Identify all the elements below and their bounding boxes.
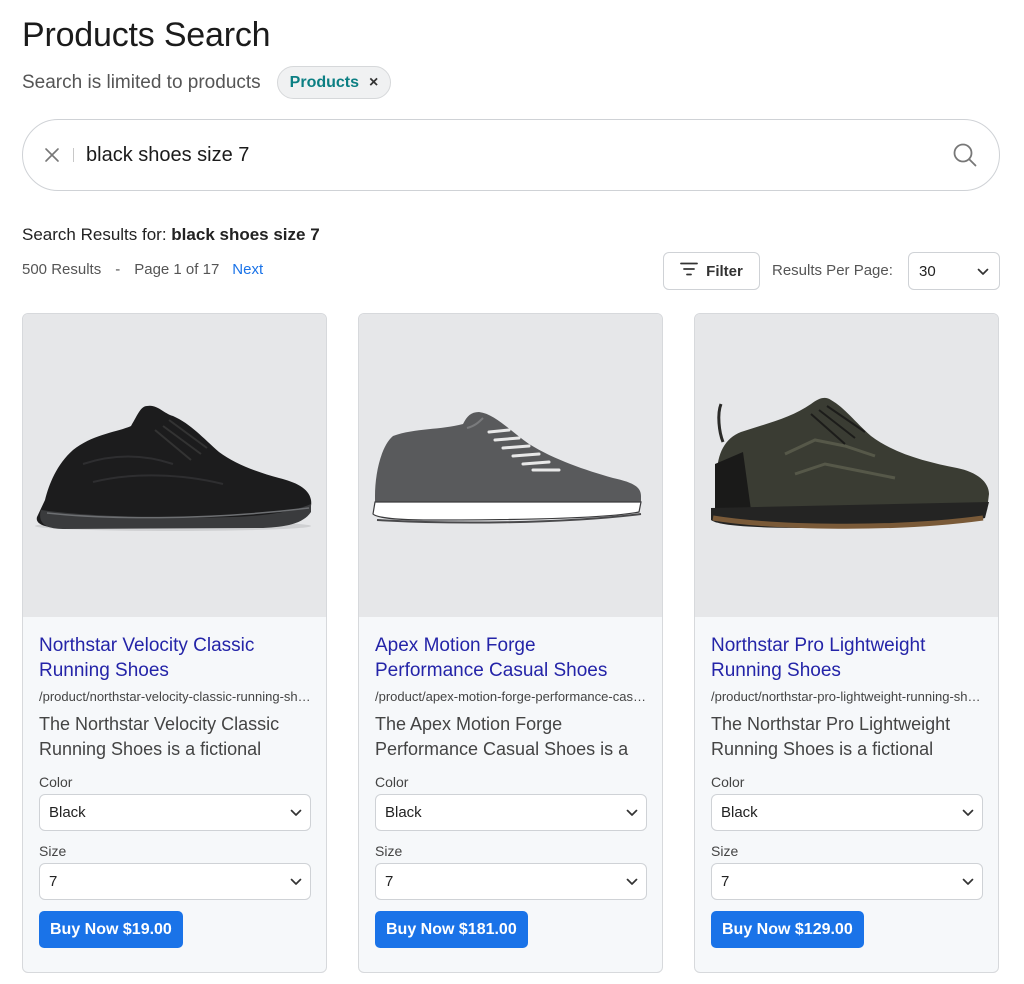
size-label: Size <box>711 843 739 859</box>
product-image[interactable] <box>23 314 326 617</box>
size-select[interactable]: 7 <box>375 863 647 900</box>
results-heading-query: black shoes size 7 <box>171 225 320 244</box>
product-card: Northstar Pro Lightweight Running Shoes … <box>694 313 999 973</box>
search-icon[interactable] <box>951 141 979 169</box>
filter-icon <box>680 262 699 280</box>
results-per-page-value: 30 <box>919 262 936 280</box>
size-label: Size <box>375 843 403 859</box>
scope-chip-close-icon[interactable]: × <box>369 74 378 91</box>
product-description: The Northstar Pro Lightweight Running Sh… <box>711 714 951 759</box>
product-url: /product/apex-motion-forge-performance-c… <box>375 689 649 704</box>
search-scope: Search is limited to products Products × <box>22 66 392 99</box>
results-meta: 500 Results - Page 1 of 17 Next <box>22 261 263 278</box>
color-select-value: Black <box>721 804 758 821</box>
chevron-down-icon <box>962 873 974 890</box>
chevron-down-icon <box>977 263 989 280</box>
product-title-link[interactable]: Northstar Velocity Classic Running Shoes <box>39 633 311 683</box>
buy-now-button[interactable]: Buy Now $181.00 <box>375 911 528 948</box>
color-select[interactable]: Black <box>375 794 647 831</box>
chevron-down-icon <box>290 804 302 821</box>
color-select-value: Black <box>49 804 86 821</box>
grey-casual-shoe-image <box>372 412 642 524</box>
product-url: /product/northstar-velocity-classic-runn… <box>39 689 313 704</box>
search-bar <box>22 119 1000 191</box>
color-label: Color <box>711 774 745 790</box>
chevron-down-icon <box>962 804 974 821</box>
product-url: /product/northstar-pro-lightweight-runni… <box>711 689 985 704</box>
product-image[interactable] <box>695 314 998 617</box>
color-select[interactable]: Black <box>711 794 983 831</box>
filter-button[interactable]: Filter <box>663 252 760 290</box>
black-running-shoe-image <box>35 405 312 531</box>
product-info: Northstar Velocity Classic Running Shoes… <box>39 633 313 948</box>
clear-search-icon[interactable] <box>41 144 63 166</box>
next-page-link[interactable]: Next <box>232 261 263 278</box>
search-divider <box>73 148 74 162</box>
size-select-value: 7 <box>385 873 394 890</box>
buy-now-button[interactable]: Buy Now $129.00 <box>711 911 864 948</box>
product-card: Northstar Velocity Classic Running Shoes… <box>22 313 327 973</box>
size-select[interactable]: 7 <box>711 863 983 900</box>
scope-text: Search is limited to products <box>22 71 261 93</box>
product-description: The Northstar Velocity Classic Running S… <box>39 714 280 759</box>
color-label: Color <box>375 774 409 790</box>
scope-chip: Products × <box>276 66 392 99</box>
search-input[interactable] <box>86 143 951 167</box>
product-title-link[interactable]: Apex Motion Forge Performance Casual Sho… <box>375 633 647 683</box>
product-title-link[interactable]: Northstar Pro Lightweight Running Shoes <box>711 633 983 683</box>
color-select[interactable]: Black <box>39 794 311 831</box>
size-select[interactable]: 7 <box>39 863 311 900</box>
scope-chip-label: Products <box>289 73 360 91</box>
results-per-page-select[interactable]: 30 <box>908 252 1000 290</box>
size-select-value: 7 <box>721 873 730 890</box>
chevron-down-icon <box>626 804 638 821</box>
page-indicator: Page 1 of 17 <box>134 261 220 278</box>
size-label: Size <box>39 843 67 859</box>
results-per-page-label: Results Per Page: <box>772 262 893 279</box>
color-label: Color <box>39 774 73 790</box>
product-image[interactable] <box>359 314 662 617</box>
results-separator: - <box>115 261 121 278</box>
product-card: Apex Motion Forge Performance Casual Sho… <box>358 313 663 973</box>
trail-shoe-image <box>711 397 989 529</box>
color-select-value: Black <box>385 804 422 821</box>
buy-now-button[interactable]: Buy Now $19.00 <box>39 911 183 948</box>
chevron-down-icon <box>626 873 638 890</box>
product-info: Northstar Pro Lightweight Running Shoes … <box>711 633 985 948</box>
results-heading: Search Results for: black shoes size 7 <box>22 225 320 245</box>
product-info: Apex Motion Forge Performance Casual Sho… <box>375 633 649 948</box>
chevron-down-icon <box>290 873 302 890</box>
page-title: Products Search <box>22 16 271 54</box>
results-count: 500 Results <box>22 261 102 278</box>
results-heading-label: Search Results for: <box>22 225 167 244</box>
product-description: The Apex Motion Forge Performance Casual… <box>375 714 629 759</box>
size-select-value: 7 <box>49 873 58 890</box>
filter-label: Filter <box>706 262 743 280</box>
